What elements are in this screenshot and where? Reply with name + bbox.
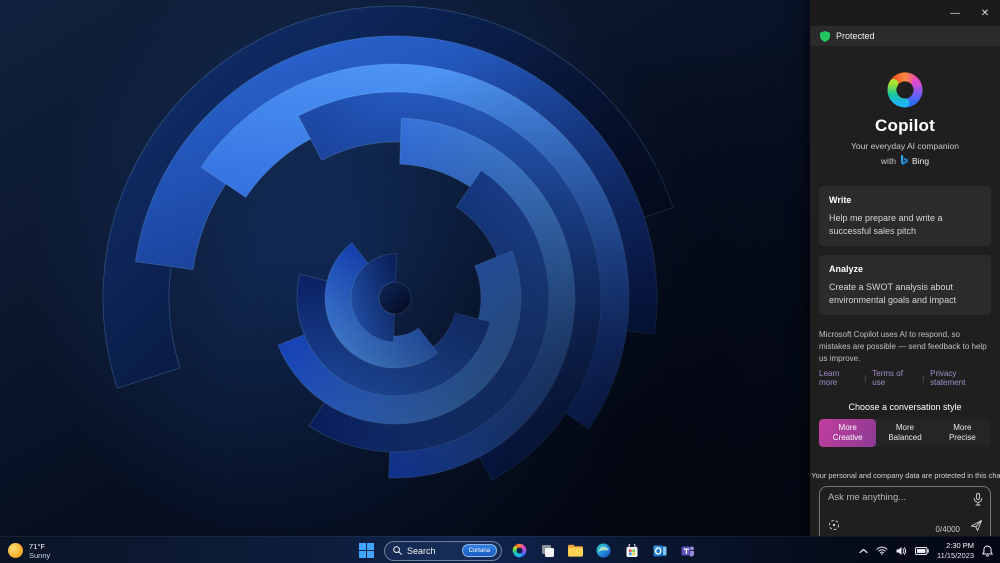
weather-temp: 71°F <box>29 541 45 551</box>
legal-links: Learn more | Terms of use | Privacy stat… <box>819 369 991 387</box>
speaker-icon[interactable] <box>896 546 907 556</box>
data-protection-text: Your personal and company data are prote… <box>811 471 1000 481</box>
search-box[interactable]: Search Cortana <box>384 540 502 561</box>
copilot-content: Copilot Your everyday AI companion with … <box>810 70 1000 544</box>
edge-icon[interactable] <box>593 540 614 561</box>
send-icon[interactable] <box>970 519 983 537</box>
char-counter: 0/4000 <box>935 525 960 535</box>
taskbar: 71°F Sunny Search Cortana 2:30 PM 11/15/… <box>0 536 1000 563</box>
bing-icon <box>901 155 909 165</box>
style-line1: More <box>895 422 915 432</box>
desktop-screen: — ✕ Protected Copilot Your everyday AI c… <box>0 0 1000 563</box>
link-separator: | <box>864 373 867 383</box>
with-label: with <box>880 155 897 166</box>
card-body: Create a SWOT analysis about environment… <box>829 282 957 305</box>
search-icon <box>393 546 402 555</box>
visual-search-icon[interactable] <box>828 518 840 536</box>
copilot-logo-icon <box>887 72 923 108</box>
style-line1: More <box>953 422 972 432</box>
with-bing-row: with Bing <box>819 155 991 166</box>
search-highlight-badge[interactable]: Cortana <box>461 544 497 557</box>
teams-icon[interactable] <box>677 540 698 561</box>
card-title: Analyze <box>829 264 864 275</box>
chat-input[interactable] <box>828 492 964 504</box>
style-line1: More <box>838 422 857 432</box>
clock-widget[interactable]: 2:30 PM 11/15/2023 <box>937 541 974 560</box>
style-line2: Balanced <box>888 433 922 443</box>
start-button[interactable] <box>356 540 377 561</box>
shield-icon <box>820 30 830 42</box>
privacy-statement-link[interactable]: Privacy statement <box>930 369 991 387</box>
tray-date: 11/15/2023 <box>937 550 974 560</box>
chat-input-box[interactable]: 0/4000 <box>819 486 991 544</box>
learn-more-link[interactable]: Learn more <box>819 369 858 387</box>
style-more-balanced[interactable]: More Balanced <box>876 419 933 447</box>
style-more-creative[interactable]: More Creative <box>819 419 877 448</box>
system-tray: 2:30 PM 11/15/2023 <box>859 537 993 563</box>
microsoft-store-icon[interactable] <box>621 540 642 561</box>
copilot-titlebar: — ✕ <box>810 0 1000 26</box>
copilot-subtitle: Your everyday AI companion <box>851 141 959 151</box>
bing-label: Bing <box>912 155 930 166</box>
tray-time: 2:30 PM <box>946 541 974 551</box>
suggestion-card-analyze[interactable]: Analyze Create a SWOT analysis about env… <box>819 255 991 316</box>
taskbar-copilot-icon[interactable] <box>509 540 530 561</box>
style-more-precise[interactable]: More Precise <box>934 419 991 447</box>
link-separator: | <box>922 373 925 383</box>
minimize-button[interactable]: — <box>940 0 970 26</box>
conversation-style-selector: More Creative More Balanced More Precise <box>819 419 991 448</box>
weather-condition: Sunny <box>29 550 51 560</box>
style-line2: Creative <box>832 433 863 443</box>
copilot-title: Copilot <box>875 116 935 135</box>
copilot-sidebar: — ✕ Protected Copilot Your everyday AI c… <box>810 0 1000 544</box>
file-explorer-icon[interactable] <box>565 540 586 561</box>
taskbar-center: Search Cortana <box>356 537 698 563</box>
battery-icon[interactable] <box>915 546 929 555</box>
conversation-style-heading: Choose a conversation style <box>848 402 962 413</box>
sun-icon <box>8 543 23 558</box>
card-body: Help me prepare and write a successful s… <box>829 213 943 236</box>
windows-logo-icon <box>359 543 374 558</box>
close-button[interactable]: ✕ <box>970 0 1000 26</box>
ai-disclaimer: Microsoft Copilot uses AI to respond, so… <box>819 330 987 363</box>
protected-banner: Protected <box>810 26 1000 46</box>
style-line2: Precise <box>948 433 976 443</box>
terms-of-use-link[interactable]: Terms of use <box>872 369 916 387</box>
card-title: Write <box>829 195 852 205</box>
microphone-icon[interactable] <box>973 493 983 511</box>
suggestion-card-write[interactable]: Write Help me prepare and write a succes… <box>819 186 991 247</box>
search-label: Search <box>407 545 436 556</box>
notification-bell-icon[interactable] <box>982 544 993 557</box>
task-view-icon[interactable] <box>537 540 558 561</box>
wifi-icon[interactable] <box>876 546 888 555</box>
outlook-icon[interactable] <box>649 540 670 561</box>
data-protection-note: Your personal and company data are prote… <box>811 471 1000 480</box>
protected-label: Protected <box>836 31 875 41</box>
weather-widget[interactable]: 71°F Sunny <box>8 537 50 563</box>
hidden-icons-chevron[interactable] <box>859 548 868 554</box>
